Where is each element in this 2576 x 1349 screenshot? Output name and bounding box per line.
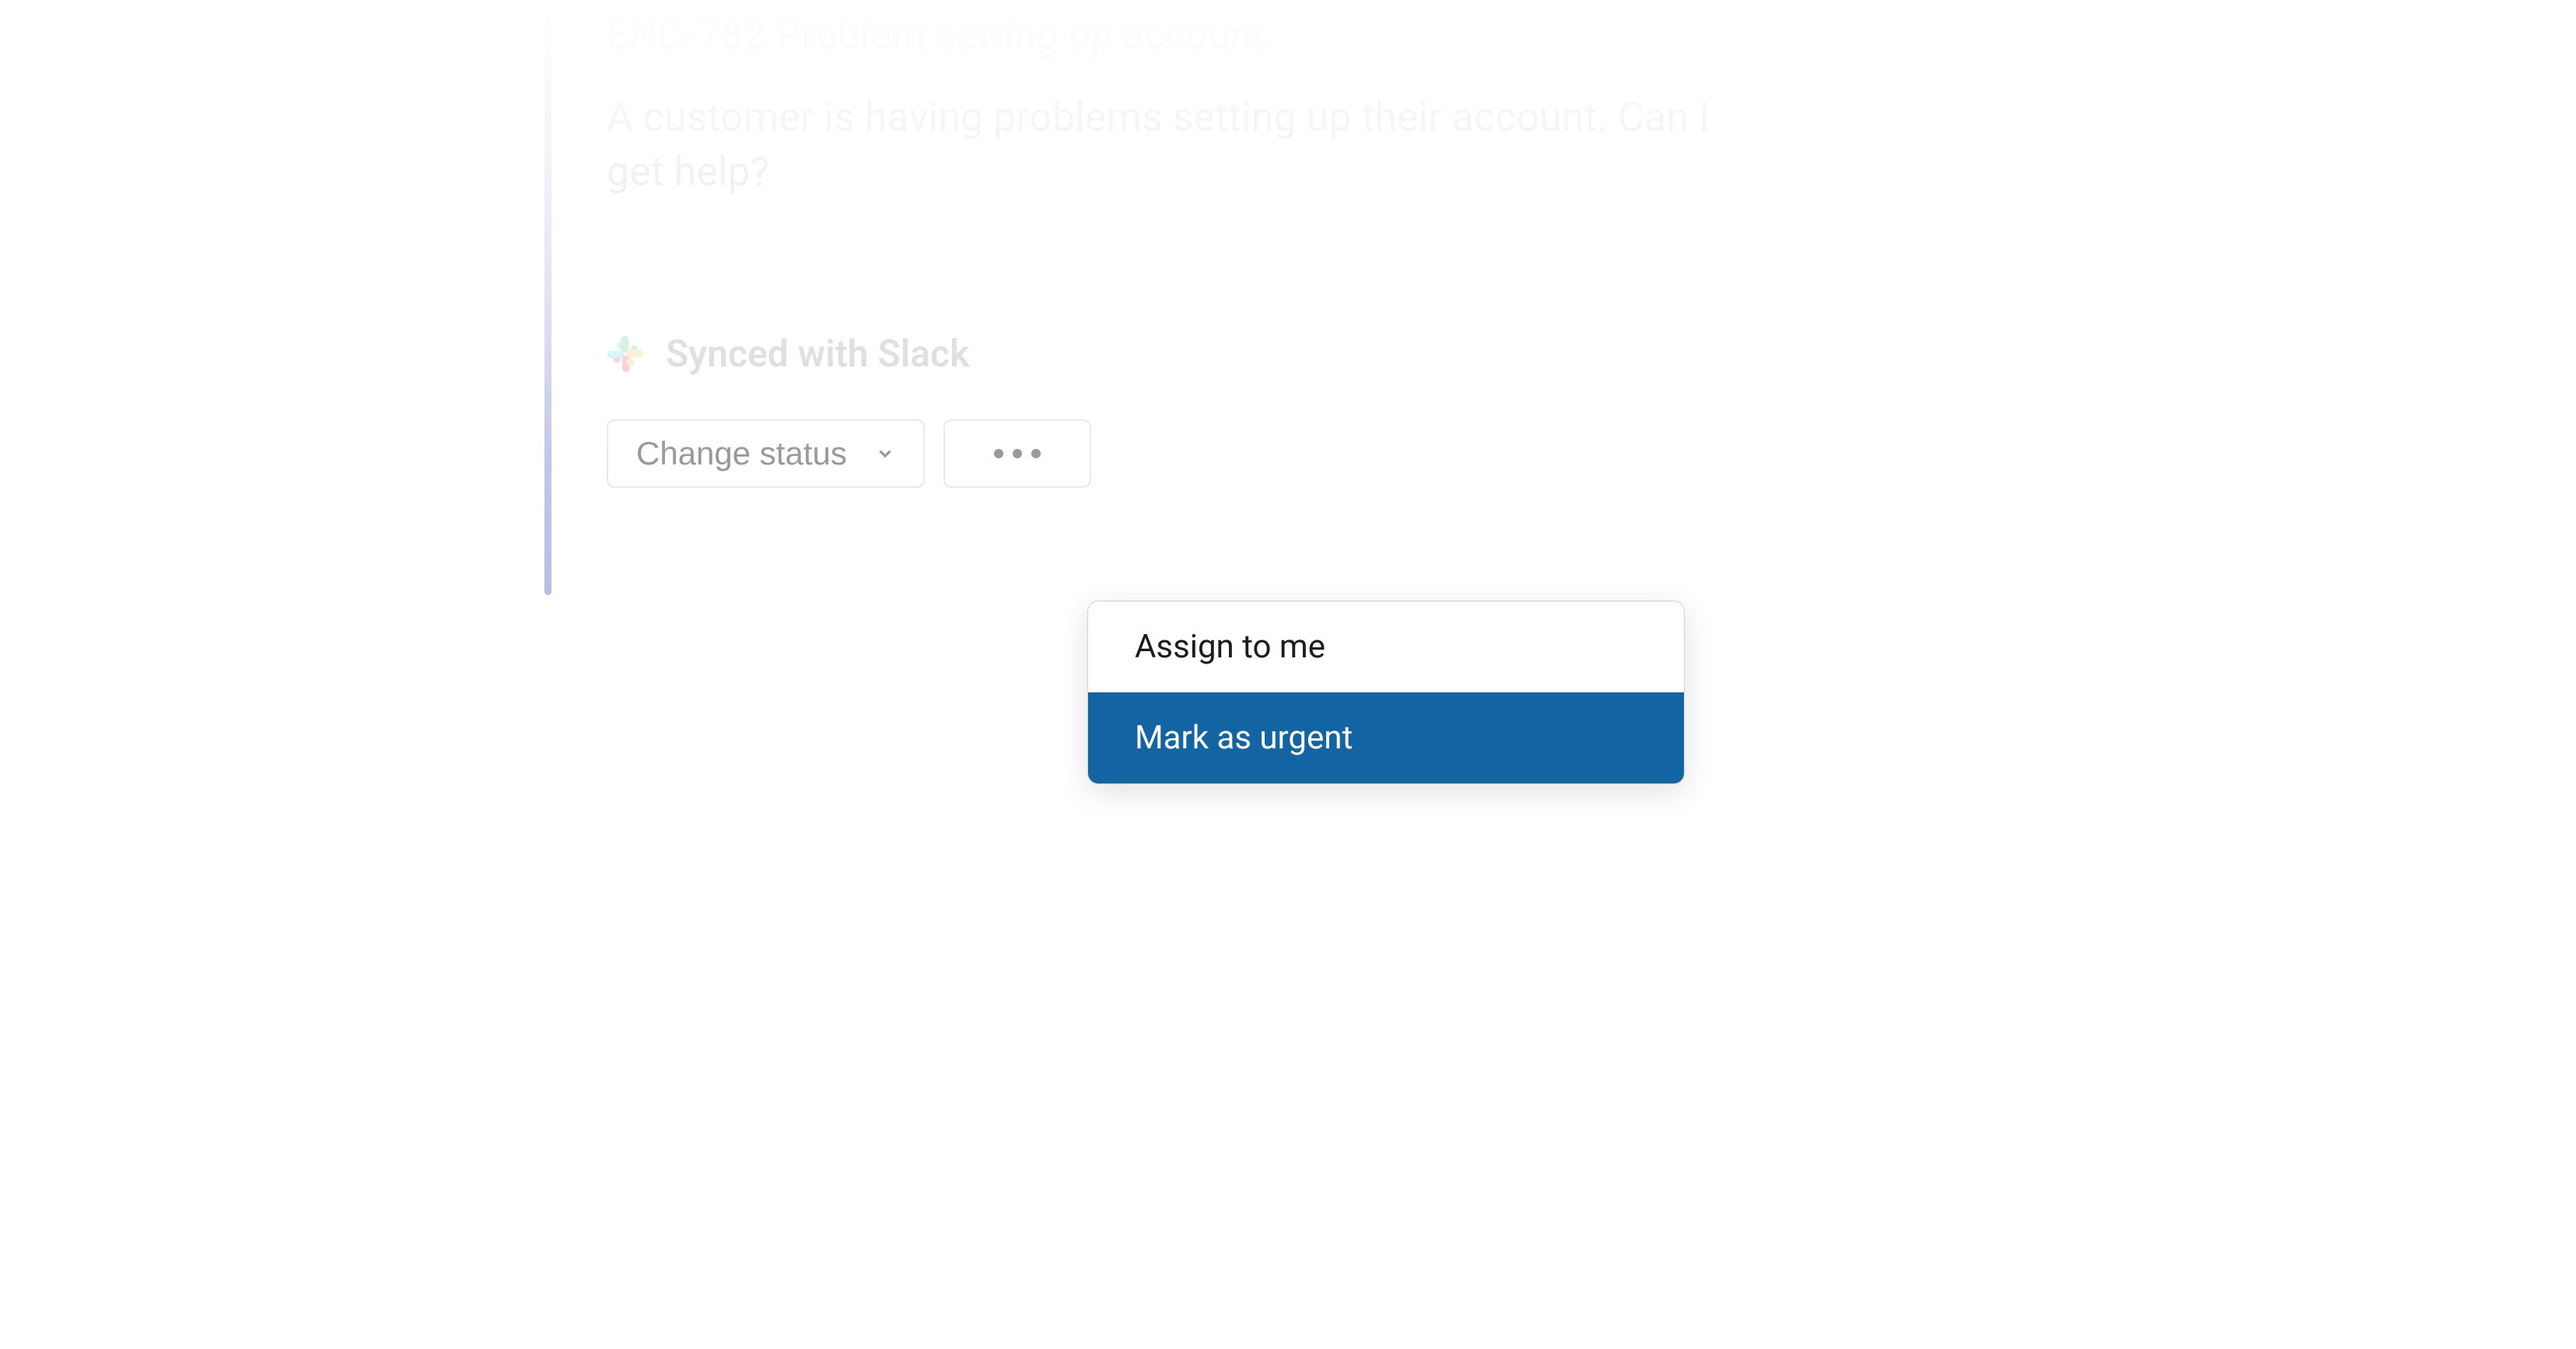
synced-label: Synced with Slack (666, 331, 969, 376)
menu-item-assign-to-me[interactable]: Assign to me (1088, 601, 1684, 692)
chevron-down-icon (875, 443, 895, 464)
message-content: ENC-782 Problem setting up account A cus… (544, 0, 2022, 488)
slack-icon (607, 335, 644, 373)
dots-horizontal-icon (994, 449, 1041, 458)
message-block: ENC-782 Problem setting up account A cus… (544, 12, 2022, 488)
accent-bar (544, 12, 551, 595)
synced-status: Synced with Slack (607, 331, 2022, 376)
ticket-description: A customer is having problems setting up… (607, 90, 1773, 199)
action-buttons: Change status (607, 419, 2022, 488)
menu-item-mark-urgent[interactable]: Mark as urgent (1088, 692, 1684, 783)
more-actions-button[interactable] (943, 419, 1091, 488)
overflow-menu: Assign to me Mark as urgent (1087, 601, 1685, 784)
change-status-button[interactable]: Change status (607, 419, 925, 488)
change-status-label: Change status (636, 435, 847, 472)
ticket-title: ENC-782 Problem setting up account (607, 12, 2022, 59)
